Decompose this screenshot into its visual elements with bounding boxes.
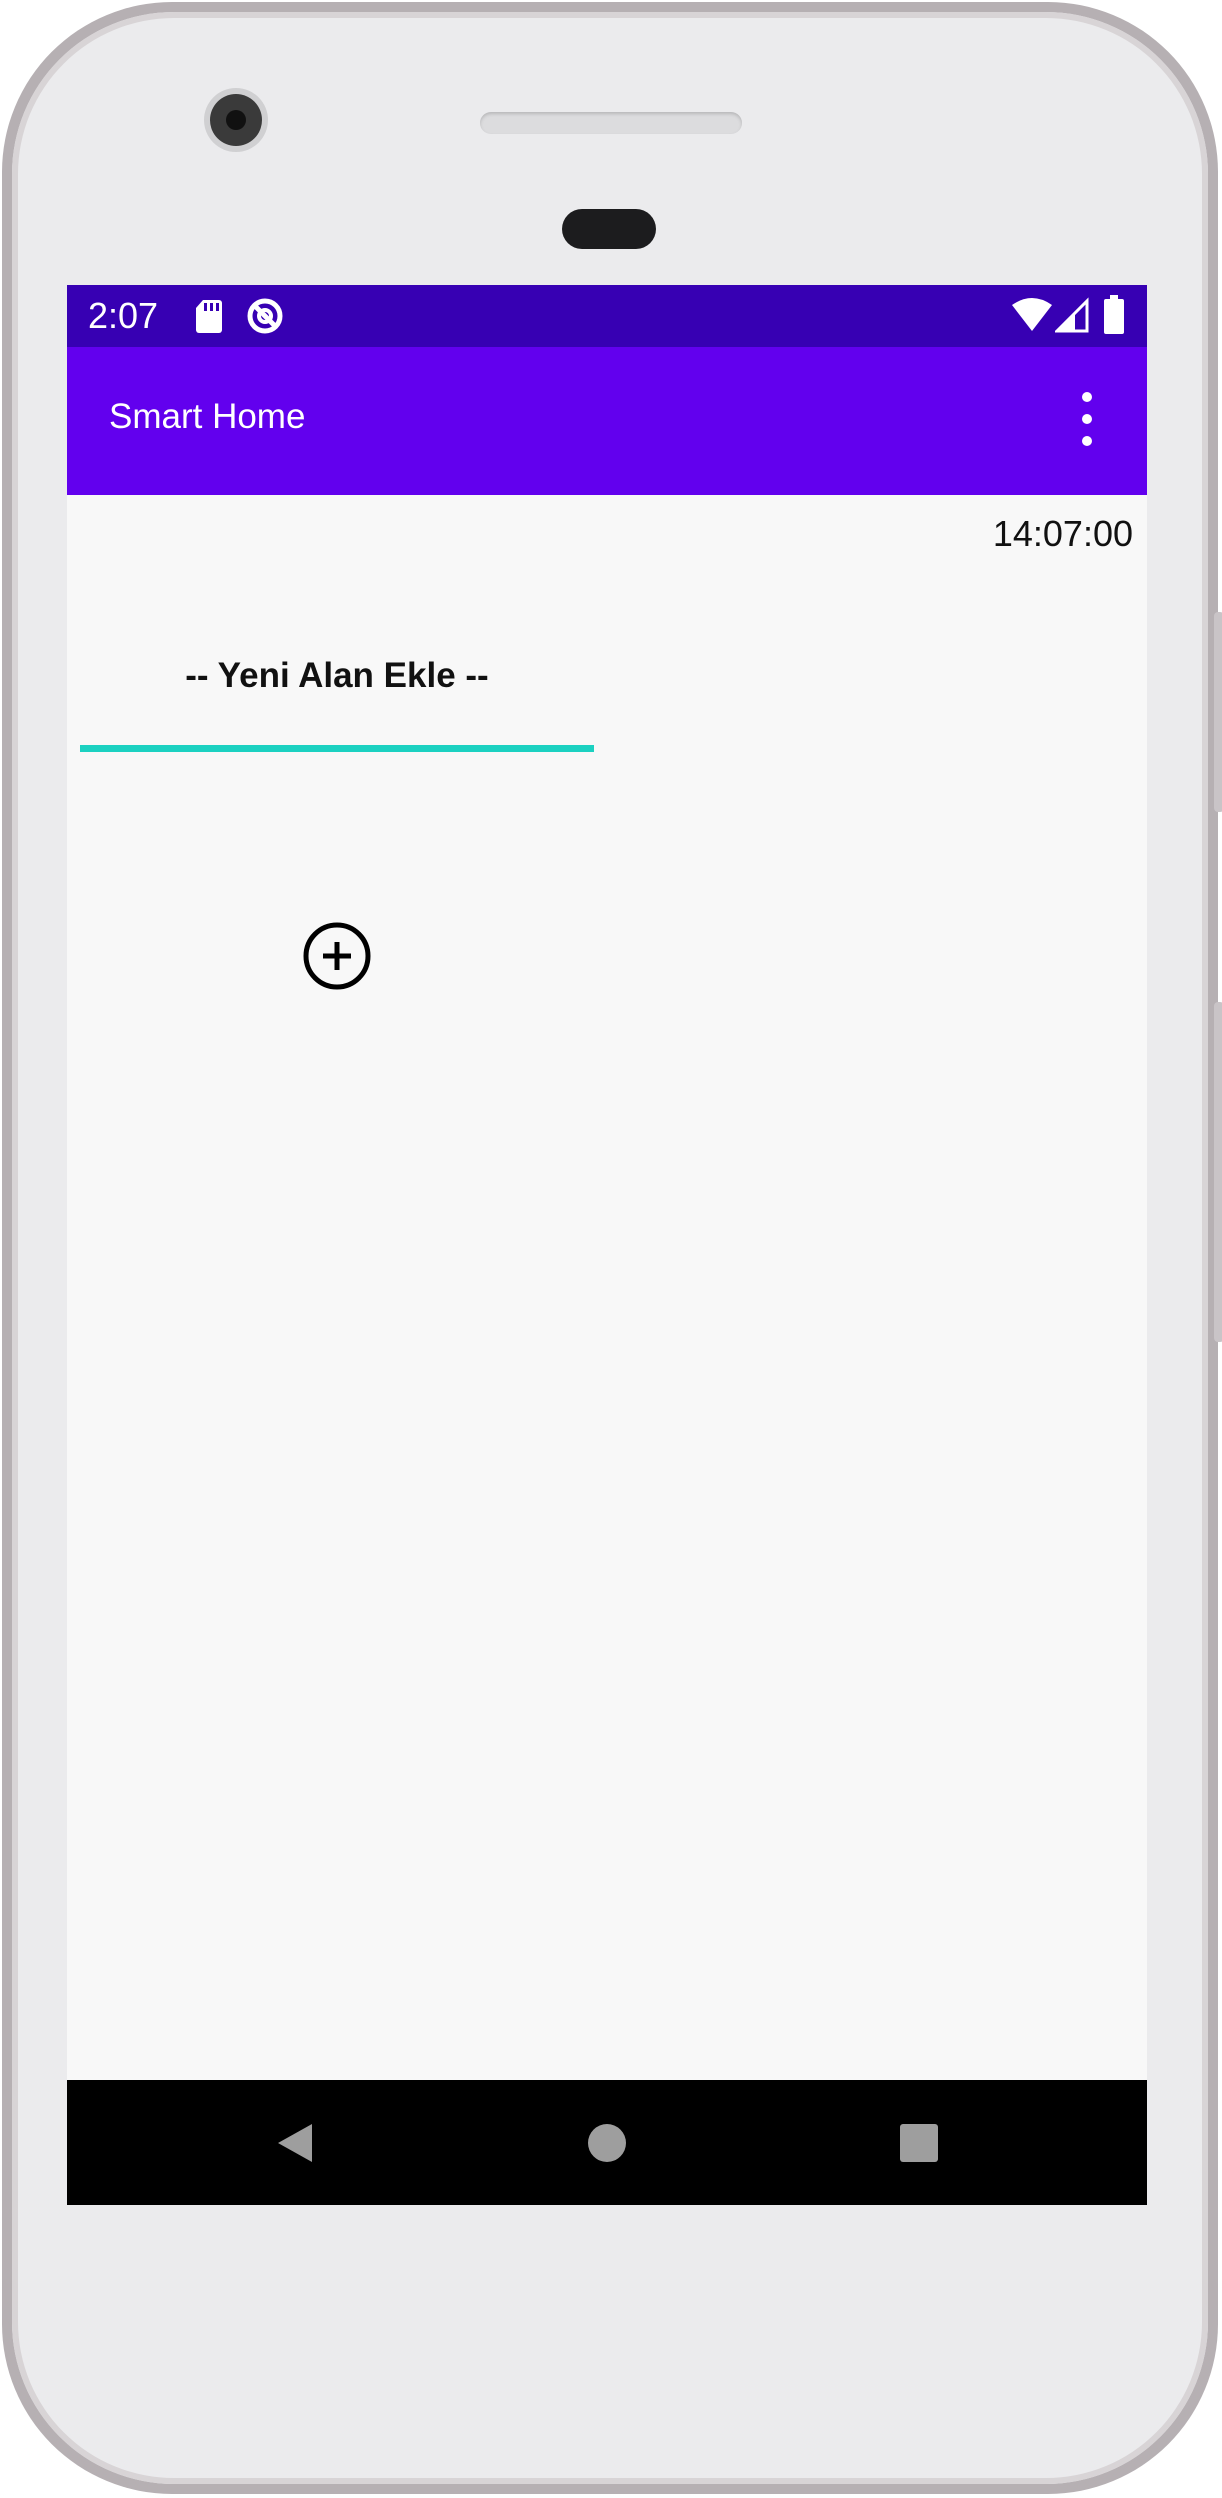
front-camera — [210, 94, 262, 146]
power-button — [1214, 612, 1222, 812]
spinner-underline — [80, 745, 594, 752]
app-title: Smart Home — [109, 397, 306, 436]
more-vert-icon[interactable] — [1067, 387, 1107, 451]
area-spinner-selected: -- Yeni Alan Ekle -- — [185, 656, 489, 695]
phone-frame: 2:07 Smart Home 14:07:00 -- Yeni Alan Ek… — [2, 2, 1222, 2494]
status-bar: 2:07 — [67, 285, 1147, 347]
cell-signal-icon — [1055, 297, 1089, 333]
home-icon[interactable] — [586, 2122, 628, 2164]
sd-card-icon — [196, 300, 222, 333]
screen: 2:07 Smart Home 14:07:00 -- Yeni Alan Ek… — [67, 285, 1147, 2205]
data-saver-icon — [247, 298, 283, 334]
app-bar: Smart Home — [67, 347, 1147, 495]
back-icon[interactable] — [274, 2122, 316, 2164]
add-circle-icon[interactable] — [301, 920, 373, 992]
navigation-bar — [67, 2080, 1147, 2205]
clock-text: 14:07:00 — [992, 513, 1133, 554]
status-time: 2:07 — [88, 295, 159, 336]
proximity-sensor — [562, 209, 656, 249]
earpiece-speaker — [480, 112, 742, 134]
volume-button — [1214, 1002, 1222, 1342]
battery-icon — [1104, 295, 1124, 334]
recents-icon[interactable] — [898, 2122, 940, 2164]
area-spinner[interactable]: -- Yeni Alan Ekle -- — [80, 655, 594, 765]
wifi-icon — [1012, 298, 1052, 331]
